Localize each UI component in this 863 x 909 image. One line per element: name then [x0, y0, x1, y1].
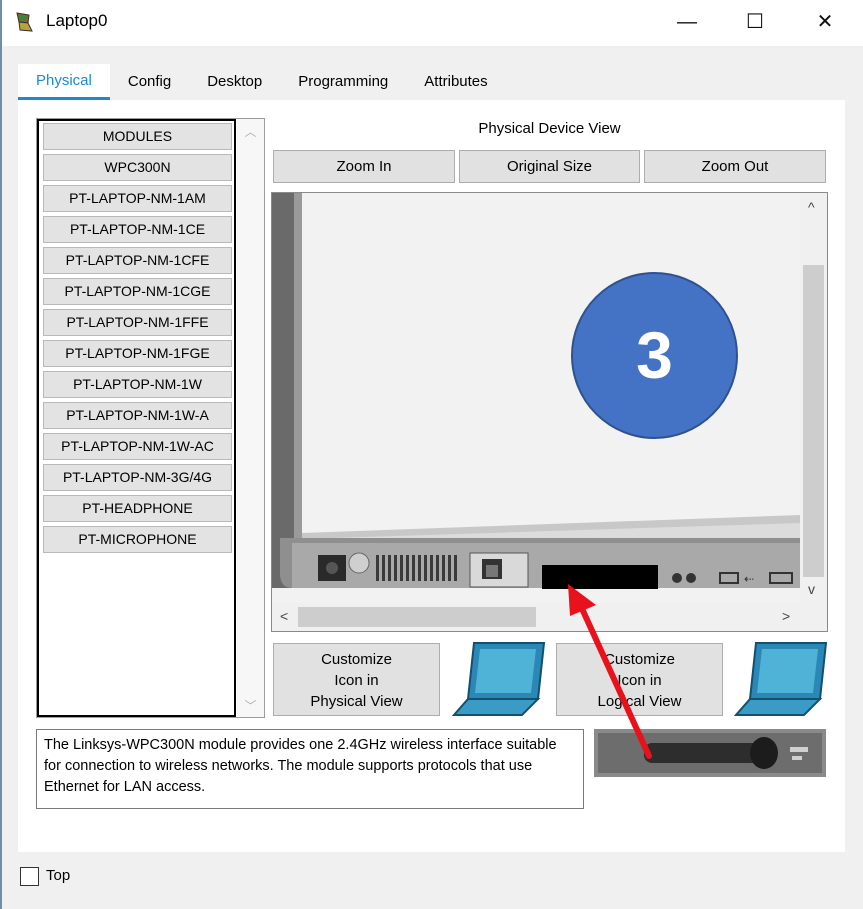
svg-text:⇠: ⇠	[744, 572, 754, 586]
customize-physical-icon-button[interactable]: Customize Icon in Physical View	[273, 643, 440, 716]
close-button[interactable]: ✕	[802, 6, 848, 38]
module-item[interactable]: PT-MICROPHONE	[43, 526, 232, 553]
laptop-logical-icon	[734, 642, 828, 716]
module-item[interactable]: PT-LAPTOP-NM-3G/4G	[43, 464, 232, 491]
module-description: The Linksys-WPC300N module provides one …	[36, 729, 584, 809]
laptop-app-icon	[16, 12, 33, 32]
tab-physical[interactable]: Physical	[18, 64, 110, 100]
window-title: Laptop0	[46, 11, 108, 30]
module-item[interactable]: PT-LAPTOP-NM-1CFE	[43, 247, 232, 274]
zoom-in-button[interactable]: Zoom In	[273, 150, 455, 183]
title-bar: Laptop0 — ☐ ✕	[0, 0, 863, 46]
tab-attributes[interactable]: Attributes	[406, 64, 506, 100]
window-edge	[0, 0, 2, 909]
module-item[interactable]: PT-LAPTOP-NM-1W	[43, 371, 232, 398]
customize-physical-line1: Customize	[321, 651, 392, 668]
tab-programming[interactable]: Programming	[280, 64, 407, 100]
tab-bar: Physical Config Desktop Programming Attr…	[18, 64, 506, 100]
customize-logical-icon-button[interactable]: Customize Icon in Logical View	[556, 643, 723, 716]
module-header[interactable]: MODULES	[43, 123, 232, 150]
module-item[interactable]: PT-LAPTOP-NM-1AM	[43, 185, 232, 212]
module-item[interactable]: PT-LAPTOP-NM-1CE	[43, 216, 232, 243]
scroll-up-icon[interactable]: ^	[808, 199, 815, 215]
module-item[interactable]: PT-LAPTOP-NM-1FGE	[43, 340, 232, 367]
scroll-down-icon[interactable]: v	[808, 581, 815, 597]
device-view-canvas[interactable]: ⇠ ^ v < >	[271, 192, 828, 632]
module-item[interactable]: PT-LAPTOP-NM-1FFE	[43, 309, 232, 336]
scroll-up-icon[interactable]: ︿	[237, 123, 264, 140]
minimize-button[interactable]: —	[664, 6, 710, 38]
tab-desktop[interactable]: Desktop	[189, 64, 281, 100]
zoom-out-button[interactable]: Zoom Out	[644, 150, 826, 183]
step-number-badge: 3	[571, 272, 738, 439]
module-preview-image	[594, 729, 826, 777]
customize-physical-line3: Physical View	[310, 693, 403, 710]
module-item[interactable]: PT-LAPTOP-NM-1CGE	[43, 278, 232, 305]
modules-scrollbar[interactable]: ︿ ﹀	[237, 119, 264, 717]
module-item[interactable]: PT-LAPTOP-NM-1W-A	[43, 402, 232, 429]
tab-config[interactable]: Config	[109, 64, 190, 100]
customize-logical-line2: Icon in	[617, 672, 662, 689]
module-item[interactable]: WPC300N	[43, 154, 232, 181]
vertical-scroll-thumb[interactable]	[803, 265, 824, 577]
physical-device-view-title: Physical Device View	[478, 120, 621, 137]
scroll-right-icon[interactable]: >	[782, 608, 790, 624]
customize-logical-line1: Customize	[604, 651, 675, 668]
top-checkbox-label: Top	[46, 867, 71, 884]
device-view-vertical-scrollbar[interactable]: ^ v	[800, 193, 827, 603]
customize-logical-line3: Logical View	[597, 693, 682, 710]
customize-physical-line2: Icon in	[334, 672, 379, 689]
device-view-horizontal-scrollbar[interactable]: < >	[272, 603, 827, 631]
module-item[interactable]: PT-HEADPHONE	[43, 495, 232, 522]
module-item[interactable]: PT-LAPTOP-NM-1W-AC	[43, 433, 232, 460]
maximize-button[interactable]: ☐	[732, 6, 778, 38]
original-size-button[interactable]: Original Size	[459, 150, 640, 183]
modules-list: MODULES WPC300N PT-LAPTOP-NM-1AM PT-LAPT…	[36, 118, 265, 718]
horizontal-scroll-thumb[interactable]	[298, 607, 536, 627]
top-checkbox[interactable]	[20, 867, 39, 886]
scroll-down-icon[interactable]: ﹀	[237, 697, 264, 714]
scroll-left-icon[interactable]: <	[280, 608, 288, 624]
laptop-physical-icon	[452, 642, 546, 716]
modules-list-frame: MODULES WPC300N PT-LAPTOP-NM-1AM PT-LAPT…	[37, 119, 236, 717]
